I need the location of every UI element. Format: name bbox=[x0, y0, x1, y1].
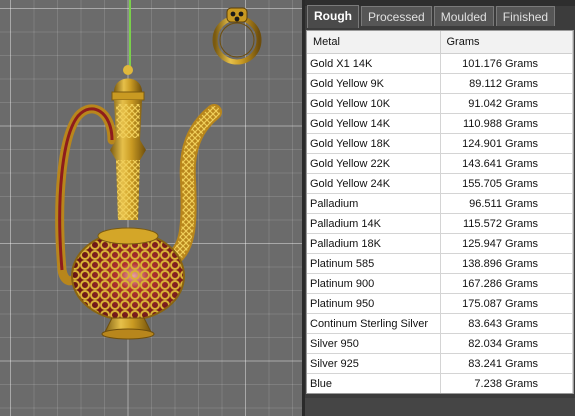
table-row[interactable]: Gold Yellow 9K 89.112 Grams bbox=[307, 73, 573, 94]
table-row[interactable]: Gold Yellow 14K 110.988 Grams bbox=[307, 113, 573, 134]
table-row[interactable]: Gold Yellow 22K 143.641 Grams bbox=[307, 153, 573, 174]
tab-processed[interactable]: Processed bbox=[361, 6, 432, 26]
metal-name-cell: Platinum 950 bbox=[307, 293, 441, 314]
metal-name-cell: Platinum 585 bbox=[307, 253, 441, 274]
table-row[interactable]: Silver 950 82.034 Grams bbox=[307, 333, 573, 354]
panel-status-bar bbox=[305, 398, 575, 416]
table-row[interactable]: Gold Yellow 10K 91.042 Grams bbox=[307, 93, 573, 114]
tab-moulded[interactable]: Moulded bbox=[433, 6, 494, 26]
metal-name-cell: Gold Yellow 22K bbox=[307, 153, 441, 174]
ewer-model[interactable] bbox=[55, 65, 222, 340]
grams-cell: 175.087 Grams bbox=[440, 293, 573, 314]
table-row[interactable]: Continum Sterling Silver 83.643 Grams bbox=[307, 313, 573, 334]
table-row[interactable]: Platinum 950 175.087 Grams bbox=[307, 293, 573, 314]
table-row[interactable]: Gold Yellow 18K 124.901 Grams bbox=[307, 133, 573, 154]
table-row[interactable]: Palladium 18K 125.947 Grams bbox=[307, 233, 573, 254]
table-row[interactable]: Silver 925 83.241 Grams bbox=[307, 353, 573, 374]
metal-name-cell: Continum Sterling Silver bbox=[307, 313, 441, 334]
metal-name-cell: Palladium 18K bbox=[307, 233, 441, 254]
metal-name-cell: Palladium bbox=[307, 193, 441, 214]
tab-rough[interactable]: Rough bbox=[307, 5, 359, 28]
metal-name-cell: Gold Yellow 14K bbox=[307, 113, 441, 134]
metal-name-cell: Gold X1 14K bbox=[307, 53, 441, 74]
grams-cell: 91.042 Grams bbox=[440, 93, 573, 114]
ring-model[interactable] bbox=[212, 7, 262, 65]
grams-cell: 96.511 Grams bbox=[440, 193, 573, 214]
grams-cell: 110.988 Grams bbox=[440, 113, 573, 134]
table-header-row: Metal Grams bbox=[307, 31, 573, 54]
table-row[interactable]: Platinum 585 138.896 Grams bbox=[307, 253, 573, 274]
table-row[interactable]: Palladium 14K 115.572 Grams bbox=[307, 213, 573, 234]
grams-cell: 101.176 Grams bbox=[440, 53, 573, 74]
metal-weight-table: Metal Grams Gold X1 14K 101.176 Grams Gold… bbox=[306, 30, 574, 394]
grams-cell: 82.034 Grams bbox=[440, 333, 573, 354]
column-header-grams[interactable]: Grams bbox=[440, 31, 573, 54]
grams-cell: 83.643 Grams bbox=[440, 313, 573, 334]
grams-cell: 167.286 Grams bbox=[440, 273, 573, 294]
column-header-metal[interactable]: Metal bbox=[307, 31, 441, 54]
grams-cell: 124.901 Grams bbox=[440, 133, 573, 154]
viewport-scene bbox=[55, 7, 262, 340]
metal-name-cell: Palladium 14K bbox=[307, 213, 441, 234]
metal-name-cell: Silver 950 bbox=[307, 333, 441, 354]
metal-name-cell: Gold Yellow 18K bbox=[307, 133, 441, 154]
3d-viewport[interactable] bbox=[0, 0, 302, 416]
grams-cell: 7.238 Grams bbox=[440, 373, 573, 393]
grams-cell: 83.241 Grams bbox=[440, 353, 573, 374]
metal-name-cell: Gold Yellow 9K bbox=[307, 73, 441, 94]
table-row[interactable]: Gold Yellow 24K 155.705 Grams bbox=[307, 173, 573, 194]
grams-cell: 125.947 Grams bbox=[440, 233, 573, 254]
table-row[interactable]: Blue 7.238 Grams bbox=[307, 373, 573, 393]
metal-name-cell: Blue bbox=[307, 373, 441, 393]
metal-weight-panel: Rough Processed Moulded Finished Metal G… bbox=[305, 0, 575, 416]
grams-cell: 143.641 Grams bbox=[440, 153, 573, 174]
metal-name-cell: Gold Yellow 24K bbox=[307, 173, 441, 194]
grams-cell: 138.896 Grams bbox=[440, 253, 573, 274]
table-row[interactable]: Gold X1 14K 101.176 Grams bbox=[307, 53, 573, 74]
metal-name-cell: Platinum 900 bbox=[307, 273, 441, 294]
tab-finished[interactable]: Finished bbox=[495, 6, 556, 26]
table-row[interactable]: Platinum 900 167.286 Grams bbox=[307, 273, 573, 294]
metal-name-cell: Gold Yellow 10K bbox=[307, 93, 441, 114]
metal-name-cell: Silver 925 bbox=[307, 353, 441, 374]
grams-cell: 89.112 Grams bbox=[440, 73, 573, 94]
table-row[interactable]: Palladium 96.511 Grams bbox=[307, 193, 573, 214]
grams-cell: 115.572 Grams bbox=[440, 213, 573, 234]
weight-tabs: Rough Processed Moulded Finished bbox=[307, 5, 557, 28]
grams-cell: 155.705 Grams bbox=[440, 173, 573, 194]
